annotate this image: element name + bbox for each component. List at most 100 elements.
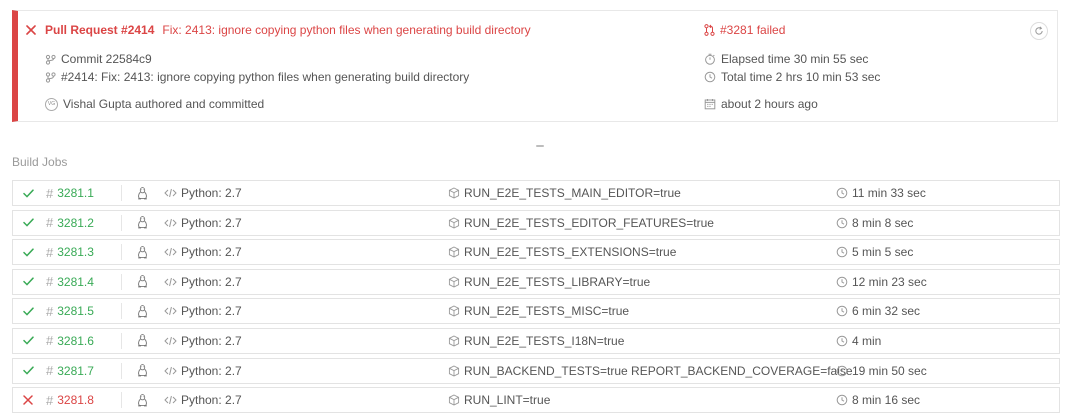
clock-icon: [704, 71, 716, 83]
job-status-cell: [23, 211, 34, 235]
job-duration: 6 min 32 sec: [852, 304, 921, 319]
code-icon: [164, 277, 177, 287]
job-status-cell: [23, 388, 33, 412]
job-number-link[interactable]: 3281.1: [57, 186, 94, 200]
job-language: Python: 2.7: [181, 363, 242, 378]
job-duration-cell: 8 min 8 sec: [836, 211, 913, 235]
box-icon: [448, 305, 460, 317]
job-row[interactable]: # 3281.2 Python: 2.7 RUN_E2E_TESTS_EDITO…: [12, 209, 1060, 236]
total-time: Total time 2 hrs 10 min 53 sec: [721, 70, 881, 84]
clock-icon: [836, 365, 848, 377]
job-env-cell: RUN_E2E_TESTS_MISC=true: [448, 299, 629, 323]
job-row[interactable]: # 3281.3 Python: 2.7 RUN_E2E_TESTS_EXTEN…: [12, 239, 1060, 266]
job-number-link[interactable]: 3281.4: [57, 275, 94, 289]
elapsed-time: Elapsed time 30 min 55 sec: [721, 52, 869, 66]
job-row[interactable]: # 3281.8 Python: 2.7 RUN_LINT=true 8 min…: [12, 387, 1060, 414]
job-env-cell: RUN_LINT=true: [448, 388, 550, 412]
job-env-cell: RUN_BACKEND_TESTS=true REPORT_BACKEND_CO…: [448, 359, 853, 383]
box-icon: [448, 246, 460, 258]
code-icon: [164, 247, 177, 257]
job-language-cell: Python: 2.7: [164, 388, 242, 412]
job-env: RUN_E2E_TESTS_LIBRARY=true: [464, 274, 651, 289]
job-env-cell: RUN_E2E_TESTS_EXTENSIONS=true: [448, 240, 676, 264]
job-env-cell: RUN_E2E_TESTS_I18N=true: [448, 329, 624, 353]
hash-icon: #: [46, 363, 54, 379]
job-row[interactable]: # 3281.1 Python: 2.7 RUN_E2E_TESTS_MAIN_…: [12, 180, 1060, 206]
job-os-cell: [137, 299, 148, 323]
job-duration: 8 min 16 sec: [852, 393, 921, 408]
linux-icon: [137, 186, 148, 200]
avatar-initials: VG: [45, 97, 58, 111]
job-row[interactable]: # 3281.5 Python: 2.7 RUN_E2E_TESTS_MISC=…: [12, 298, 1060, 325]
job-status-cell: [23, 240, 34, 264]
job-language-cell: Python: 2.7: [164, 329, 242, 353]
job-number-link[interactable]: 3281.6: [57, 334, 94, 348]
job-status-cell: [23, 359, 34, 383]
divider: [121, 244, 122, 261]
job-language: Python: 2.7: [181, 333, 242, 348]
job-language: Python: 2.7: [181, 215, 242, 230]
pull-request-link[interactable]: Pull Request #2414: [45, 23, 154, 37]
job-env: RUN_E2E_TESTS_MAIN_EDITOR=true: [464, 186, 681, 200]
pull-request-title[interactable]: Fix: 2413: ignore copying python files w…: [162, 23, 530, 37]
clock-icon: [836, 246, 848, 258]
check-icon: [23, 248, 34, 257]
code-icon: [164, 306, 177, 316]
job-row[interactable]: # 3281.4 Python: 2.7 RUN_E2E_TESTS_LIBRA…: [12, 268, 1060, 295]
check-icon: [23, 218, 34, 227]
job-os-cell: [137, 240, 148, 264]
job-duration-cell: 4 min: [836, 329, 881, 353]
linux-icon: [137, 393, 148, 407]
elapsed-line: Elapsed time 30 min 55 sec: [704, 52, 868, 66]
clock-icon: [836, 276, 848, 288]
hash-icon: #: [46, 185, 54, 201]
job-number-cell: # 3281.6: [46, 329, 94, 353]
code-icon: [164, 336, 177, 346]
job-status-cell: [23, 299, 34, 323]
job-number-link[interactable]: 3281.8: [57, 393, 94, 407]
job-number-link[interactable]: 3281.2: [57, 216, 94, 230]
restart-build-button[interactable]: [1030, 22, 1048, 40]
hash-icon: #: [46, 215, 54, 231]
job-duration: 8 min 8 sec: [852, 215, 914, 230]
divider: [121, 362, 122, 379]
code-icon: [164, 218, 177, 228]
job-row[interactable]: # 3281.7 Python: 2.7 RUN_BACKEND_TESTS=t…: [12, 357, 1060, 384]
commit-link[interactable]: Commit 22584c9: [61, 52, 152, 66]
job-number-cell: # 3281.4: [46, 270, 94, 294]
job-env: RUN_E2E_TESTS_MISC=true: [464, 304, 630, 319]
refresh-icon: [1034, 26, 1044, 36]
divider: [121, 185, 122, 201]
job-duration-cell: 8 min 16 sec: [836, 388, 920, 412]
build-jobs-title: Build Jobs: [12, 155, 68, 169]
job-env: RUN_E2E_TESTS_EXTENSIONS=true: [464, 245, 677, 260]
job-env-cell: RUN_E2E_TESTS_MAIN_EDITOR=true: [448, 181, 681, 205]
hash-icon: #: [46, 333, 54, 349]
author-text: Vishal Gupta authored and committed: [63, 97, 265, 111]
job-os-cell: [137, 388, 148, 412]
box-icon: [448, 187, 460, 199]
clock-icon: [836, 217, 848, 229]
build-number-link[interactable]: #3281 failed: [720, 23, 785, 37]
job-number-cell: # 3281.5: [46, 299, 94, 323]
job-number-cell: # 3281.7: [46, 359, 94, 383]
job-row[interactable]: # 3281.6 Python: 2.7 RUN_E2E_TESTS_I18N=…: [12, 327, 1060, 354]
divider: [121, 303, 122, 320]
job-number-link[interactable]: 3281.3: [57, 245, 94, 259]
job-number-link[interactable]: 3281.7: [57, 364, 94, 378]
clock-icon: [836, 394, 848, 406]
divider: [121, 273, 122, 290]
stopwatch-icon: [704, 53, 716, 65]
finished-time: about 2 hours ago: [721, 97, 818, 111]
build-status-line: #3281 failed: [704, 23, 785, 37]
hash-icon: #: [46, 244, 54, 260]
pr-header: Pull Request #2414 Fix: 2413: ignore cop…: [26, 23, 531, 37]
branch-icon: [45, 71, 56, 83]
compare-link[interactable]: #2414: Fix: 2413: ignore copying python …: [61, 70, 469, 84]
job-number-cell: # 3281.1: [46, 181, 94, 205]
job-number-link[interactable]: 3281.5: [57, 304, 94, 318]
linux-icon: [137, 275, 148, 288]
job-os-cell: [137, 270, 148, 294]
job-language-cell: Python: 2.7: [164, 181, 242, 205]
job-language-cell: Python: 2.7: [164, 240, 242, 264]
